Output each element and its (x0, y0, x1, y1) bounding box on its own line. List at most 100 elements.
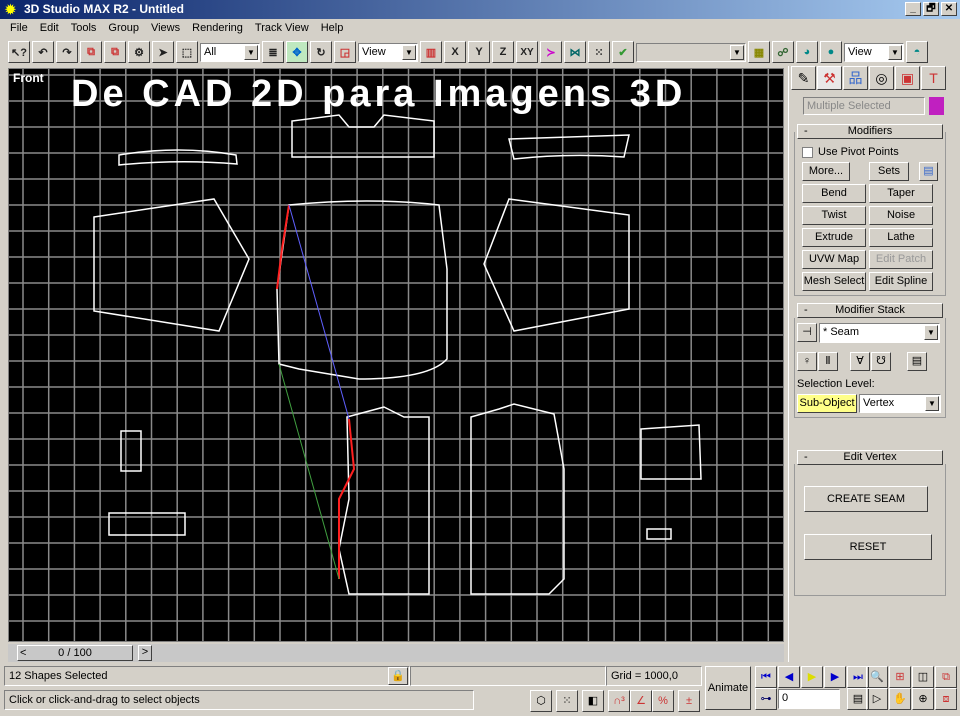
menu-help[interactable]: Help (315, 19, 350, 38)
axis-xy-button[interactable]: XY (516, 41, 538, 63)
axis-x-button[interactable]: X (444, 41, 466, 63)
next-frame-icon[interactable]: ▶ (824, 666, 846, 688)
time-next-button[interactable]: > (138, 645, 152, 661)
zoom-extents-all-icon[interactable]: ⧉ (935, 666, 957, 688)
sub-object-button[interactable]: Sub-Object (797, 394, 857, 413)
modifier-button-uvw-map[interactable]: UVW Map (802, 250, 866, 269)
pin-stack-icon[interactable]: ⊣ (797, 323, 817, 342)
modifier-button-extrude[interactable]: Extrude (802, 228, 866, 247)
link-icon[interactable]: ⧉ (80, 41, 102, 63)
make-unique-icon[interactable]: ∀ (850, 352, 870, 371)
move-icon[interactable]: ✥ (286, 41, 308, 63)
hierarchy-tab-icon[interactable]: 品 (843, 66, 868, 90)
menu-track-view[interactable]: Track View (249, 19, 315, 38)
inverse-kinematics-icon[interactable]: ≻ (540, 41, 562, 63)
pan-icon[interactable]: ✋ (889, 688, 911, 710)
menu-group[interactable]: Group (102, 19, 145, 38)
modifier-button-mesh-select[interactable]: Mesh Select (802, 272, 866, 291)
object-color-swatch[interactable] (929, 97, 944, 115)
select-icon[interactable]: ➤ (152, 41, 174, 63)
render-scene-icon[interactable]: ● (820, 41, 842, 63)
array-icon[interactable]: ⁙ (588, 41, 610, 63)
checkbox-icon[interactable] (802, 146, 813, 158)
configure-sets-icon[interactable]: ▤ (919, 162, 938, 181)
create-tab-icon[interactable]: ✎ (791, 66, 816, 90)
snap-toggle-icon[interactable]: ◧ (582, 690, 604, 712)
edit-vertex-header[interactable]: - Edit Vertex (797, 450, 943, 465)
time-slider[interactable]: < 0 / 100 (17, 645, 133, 661)
reference-coord-dropdown[interactable]: View ▼ (358, 42, 418, 62)
menu-rendering[interactable]: Rendering (186, 19, 249, 38)
front-viewport[interactable]: Front De CAD 2D para Imagens 3D (8, 68, 784, 642)
render-type-dropdown[interactable]: View ▼ (844, 42, 904, 62)
field-of-view-icon[interactable]: ▷ (866, 688, 888, 710)
angle-snap-icon[interactable]: ∠ (630, 690, 652, 712)
create-seam-button[interactable]: CREATE SEAM (804, 486, 928, 512)
rotate-icon[interactable]: ↻ (310, 41, 332, 63)
min-max-toggle-icon[interactable]: ⧈ (935, 688, 957, 710)
play-icon[interactable]: ▶ (801, 666, 823, 688)
modifier-button-twist[interactable]: Twist (802, 206, 866, 225)
quick-render-icon[interactable]: ◓ (906, 41, 928, 63)
modifier-button-lathe[interactable]: Lathe (869, 228, 933, 247)
mirror-icon[interactable]: ⋈ (564, 41, 586, 63)
selection-level-dropdown[interactable]: Vertex ▼ (859, 394, 941, 413)
undo-icon[interactable]: ↶ (32, 41, 54, 63)
zoom-icon[interactable]: 🔍 (866, 666, 888, 688)
remove-modifier-icon[interactable]: ☋ (871, 352, 891, 371)
display-tab-icon[interactable]: ▣ (895, 66, 920, 90)
modifier-stack-header[interactable]: - Modifier Stack (797, 303, 943, 318)
use-pivot-checkbox[interactable]: Use Pivot Points (802, 146, 899, 158)
zoom-all-icon[interactable]: ⊞ (889, 666, 911, 688)
named-selection-dropdown[interactable]: ▼ (636, 42, 746, 62)
select-by-name-icon[interactable]: ≣ (262, 41, 284, 63)
redo-icon[interactable]: ↷ (56, 41, 78, 63)
menu-edit[interactable]: Edit (34, 19, 65, 38)
minimize-button[interactable]: _ (905, 2, 921, 16)
zoom-extents-icon[interactable]: ◫ (912, 666, 934, 688)
menu-tools[interactable]: Tools (65, 19, 103, 38)
spinner-snap-icon[interactable]: ± (678, 690, 700, 712)
selection-filter-dropdown[interactable]: All ▼ (200, 42, 260, 62)
active-inactive-icon[interactable]: ♀ (797, 352, 817, 371)
more-button[interactable]: More... (802, 162, 850, 181)
modifier-button-edit-spline[interactable]: Edit Spline (869, 272, 933, 291)
modifier-button-bend[interactable]: Bend (802, 184, 866, 203)
3d-snap-icon[interactable]: ∩³ (608, 690, 630, 712)
time-prev-button[interactable]: < (20, 646, 26, 660)
modifier-stack-dropdown[interactable]: * Seam ▼ (819, 323, 940, 343)
modifier-button-taper[interactable]: Taper (869, 184, 933, 203)
arc-rotate-icon[interactable]: ⊕ (912, 688, 934, 710)
sets-button[interactable]: Sets (869, 162, 909, 181)
percent-snap-icon[interactable]: % (652, 690, 674, 712)
edit-stack-icon[interactable]: ▤ (907, 352, 927, 371)
axis-z-button[interactable]: Z (492, 41, 514, 63)
menu-file[interactable]: File (4, 19, 34, 38)
unlink-icon[interactable]: ⧉ (104, 41, 126, 63)
go-to-start-icon[interactable]: ⏮ (755, 666, 777, 688)
utilities-tab-icon[interactable]: T (921, 66, 946, 90)
object-name-field[interactable]: Multiple Selected (803, 97, 925, 115)
modifiers-rollout-header[interactable]: - Modifiers (797, 124, 943, 139)
current-frame-field[interactable]: 0 (778, 689, 840, 709)
bind-space-warp-icon[interactable]: ⚙ (128, 41, 150, 63)
axis-y-button[interactable]: Y (468, 41, 490, 63)
scale-icon[interactable]: ◲ (334, 41, 356, 63)
viewport-canvas[interactable] (9, 69, 784, 642)
reset-button[interactable]: RESET (804, 534, 932, 560)
previous-frame-icon[interactable]: ◀ (778, 666, 800, 688)
menu-views[interactable]: Views (145, 19, 186, 38)
key-mode-icon[interactable]: ⊶ (755, 688, 777, 710)
track-view-icon[interactable]: ▦ (748, 41, 770, 63)
show-end-result-icon[interactable]: Ⅱ (818, 352, 838, 371)
modifier-button-edit-patch[interactable]: Edit Patch (869, 250, 933, 269)
maximize-button[interactable]: 🗗 (923, 2, 939, 16)
close-button[interactable]: ✕ (941, 2, 957, 16)
modifier-button-noise[interactable]: Noise (869, 206, 933, 225)
motion-tab-icon[interactable]: ◎ (869, 66, 894, 90)
pivot-center-icon[interactable]: ▥ (420, 41, 442, 63)
degradation-override-icon[interactable]: ⬡ (530, 690, 552, 712)
window-crossing-icon[interactable]: ⁙ (556, 690, 578, 712)
schematic-icon[interactable]: ☍ (772, 41, 794, 63)
modify-tab-icon[interactable]: ⚒ (817, 66, 842, 90)
